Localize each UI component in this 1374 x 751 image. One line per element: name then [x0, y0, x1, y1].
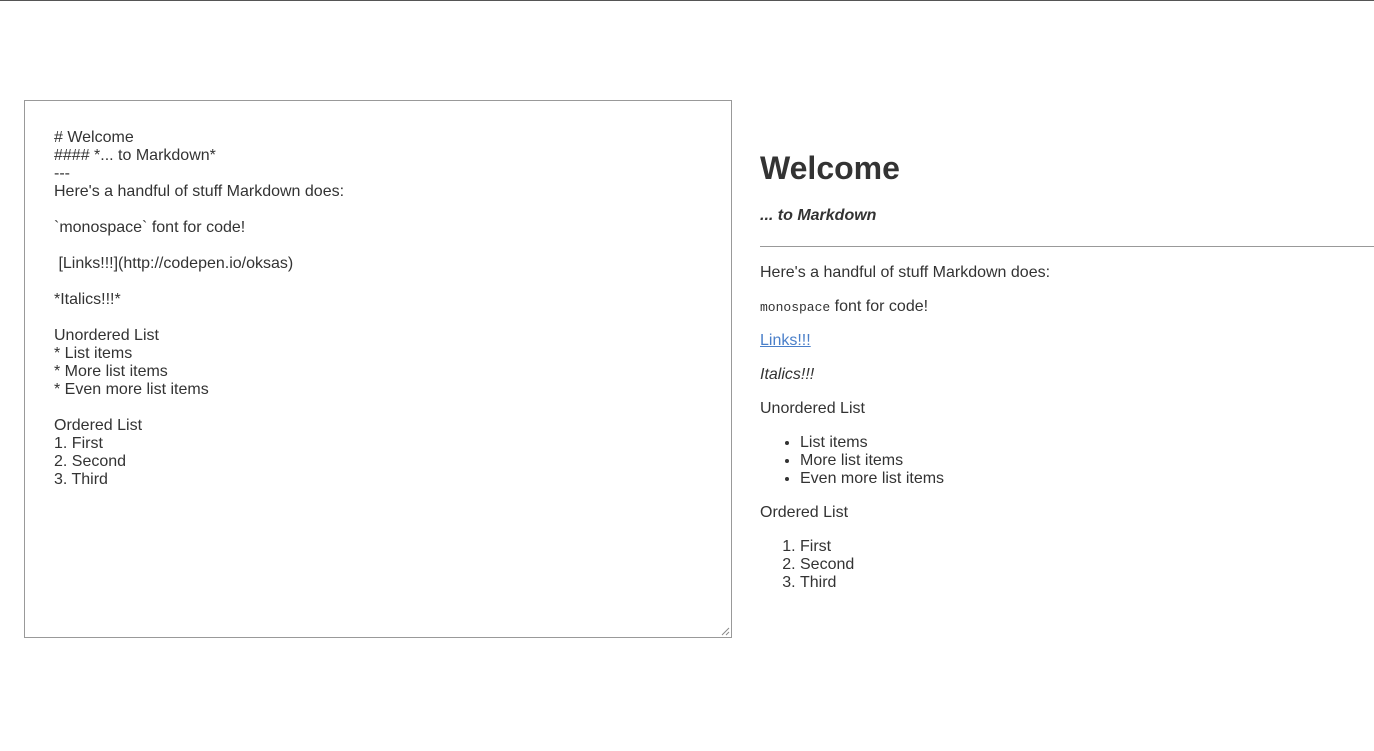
list-item: Second: [800, 556, 854, 574]
resize-handle-icon[interactable]: [721, 627, 730, 636]
preview-ul-heading: Unordered List: [760, 400, 865, 417]
editor-content[interactable]: # Welcome #### *... to Markdown* --- Her…: [54, 129, 344, 489]
preview-italics: Italics!!!: [760, 366, 815, 383]
preview-h1: Welcome: [760, 150, 900, 186]
list-item: List items: [800, 434, 944, 452]
preview-link[interactable]: Links!!!: [760, 332, 811, 349]
preview-ordered-list: First Second Third: [760, 538, 854, 592]
preview-h4: ... to Markdown: [760, 207, 877, 224]
list-item: First: [800, 538, 854, 556]
markdown-preview: Welcome ... to Markdown Here's a handful…: [760, 100, 1374, 620]
preview-code-word: monospace: [760, 300, 831, 315]
preview-ol-heading: Ordered List: [760, 504, 849, 521]
list-item: More list items: [800, 452, 944, 470]
preview-intro: Here's a handful of stuff Markdown does:: [760, 264, 1051, 281]
top-divider: [0, 0, 1374, 1]
list-item: Even more list items: [800, 470, 944, 488]
preview-link-paragraph: Links!!!: [760, 332, 811, 350]
list-item: Third: [800, 574, 854, 592]
preview-code-paragraph: monospace font for code!: [760, 298, 928, 317]
markdown-editor-textarea[interactable]: # Welcome #### *... to Markdown* --- Her…: [24, 100, 732, 638]
preview-hr: [760, 246, 1374, 247]
preview-code-rest: font for code!: [830, 298, 929, 315]
preview-unordered-list: List items More list items Even more lis…: [760, 434, 944, 488]
